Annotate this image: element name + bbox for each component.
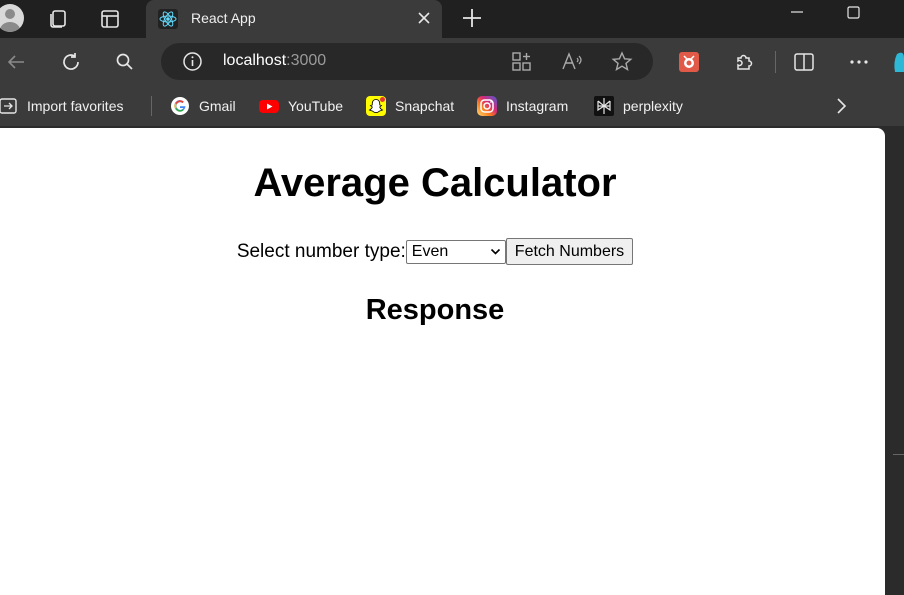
favorite-label: YouTube xyxy=(288,98,344,114)
instagram-icon xyxy=(477,96,497,116)
tab-react-app[interactable]: React App xyxy=(146,0,442,38)
tab-actions-icon[interactable] xyxy=(97,6,123,32)
favorites-bar: Import favorites Gmail YouTube Snapchat … xyxy=(0,86,904,126)
split-screen-icon[interactable] xyxy=(792,50,816,74)
perplexity-icon xyxy=(594,96,614,116)
app-available-icon[interactable] xyxy=(511,51,532,72)
favorite-import[interactable]: Import favorites xyxy=(0,95,123,117)
youtube-icon xyxy=(259,100,279,113)
site-info-icon[interactable] xyxy=(182,51,203,72)
favorite-label: Snapchat xyxy=(395,98,455,114)
extension-bug-icon[interactable] xyxy=(677,50,701,74)
favorite-instagram[interactable]: Instagram xyxy=(477,95,568,117)
toolbar-separator xyxy=(775,51,776,73)
favorite-label: perplexity xyxy=(623,98,683,114)
back-icon[interactable] xyxy=(4,50,28,74)
number-type-form: Select number type: Even Fetch Numbers xyxy=(0,238,870,265)
favorite-label: Gmail xyxy=(199,98,236,114)
minimize-icon[interactable] xyxy=(785,4,809,24)
page-title: Average Calculator xyxy=(253,161,617,205)
select-label: Select number type: xyxy=(236,240,406,262)
number-type-select[interactable]: Even xyxy=(405,239,506,264)
url-text[interactable]: localhost:3000 xyxy=(223,52,326,70)
google-icon xyxy=(171,97,189,115)
address-bar[interactable]: localhost:3000 xyxy=(161,43,653,80)
chevron-down-icon xyxy=(490,248,500,255)
title-bar: React App xyxy=(0,0,904,38)
response-heading: Response xyxy=(365,294,505,326)
more-options-icon[interactable] xyxy=(847,50,871,74)
extensions-puzzle-icon[interactable] xyxy=(732,50,756,74)
new-tab-icon[interactable] xyxy=(460,6,484,30)
url-host: localhost xyxy=(223,52,287,69)
snapchat-icon xyxy=(366,96,386,116)
favorite-label: Instagram xyxy=(506,98,569,114)
fetch-numbers-button[interactable]: Fetch Numbers xyxy=(505,238,634,265)
favorite-youtube[interactable]: YouTube xyxy=(259,95,343,117)
favorite-star-icon[interactable] xyxy=(611,51,633,72)
maximize-icon[interactable] xyxy=(841,4,865,24)
favorite-gmail[interactable]: Gmail xyxy=(170,95,236,117)
react-logo-icon xyxy=(158,9,178,29)
profile-avatar[interactable] xyxy=(0,4,24,32)
edge-sidebar xyxy=(885,128,904,595)
chevron-right-icon[interactable] xyxy=(830,95,852,117)
favorites-separator xyxy=(151,96,152,116)
page-viewport: Average Calculator Select number type: E… xyxy=(0,128,885,595)
search-icon[interactable] xyxy=(113,50,137,74)
import-icon xyxy=(0,98,17,114)
read-aloud-icon[interactable] xyxy=(561,51,583,72)
favorite-perplexity[interactable]: perplexity xyxy=(594,95,683,117)
favorite-snapchat[interactable]: Snapchat xyxy=(366,95,454,117)
select-value: Even xyxy=(411,242,449,260)
close-tab-icon[interactable] xyxy=(414,8,434,28)
favorite-label: Import favorites xyxy=(27,98,124,114)
sidebar-divider xyxy=(893,454,904,455)
tab-title: React App xyxy=(191,10,256,26)
copilot-icon[interactable] xyxy=(893,50,904,72)
navigation-bar: localhost:3000 xyxy=(0,38,904,86)
url-port: :3000 xyxy=(286,52,327,69)
refresh-icon[interactable] xyxy=(59,50,83,74)
workspaces-icon[interactable] xyxy=(45,6,71,32)
